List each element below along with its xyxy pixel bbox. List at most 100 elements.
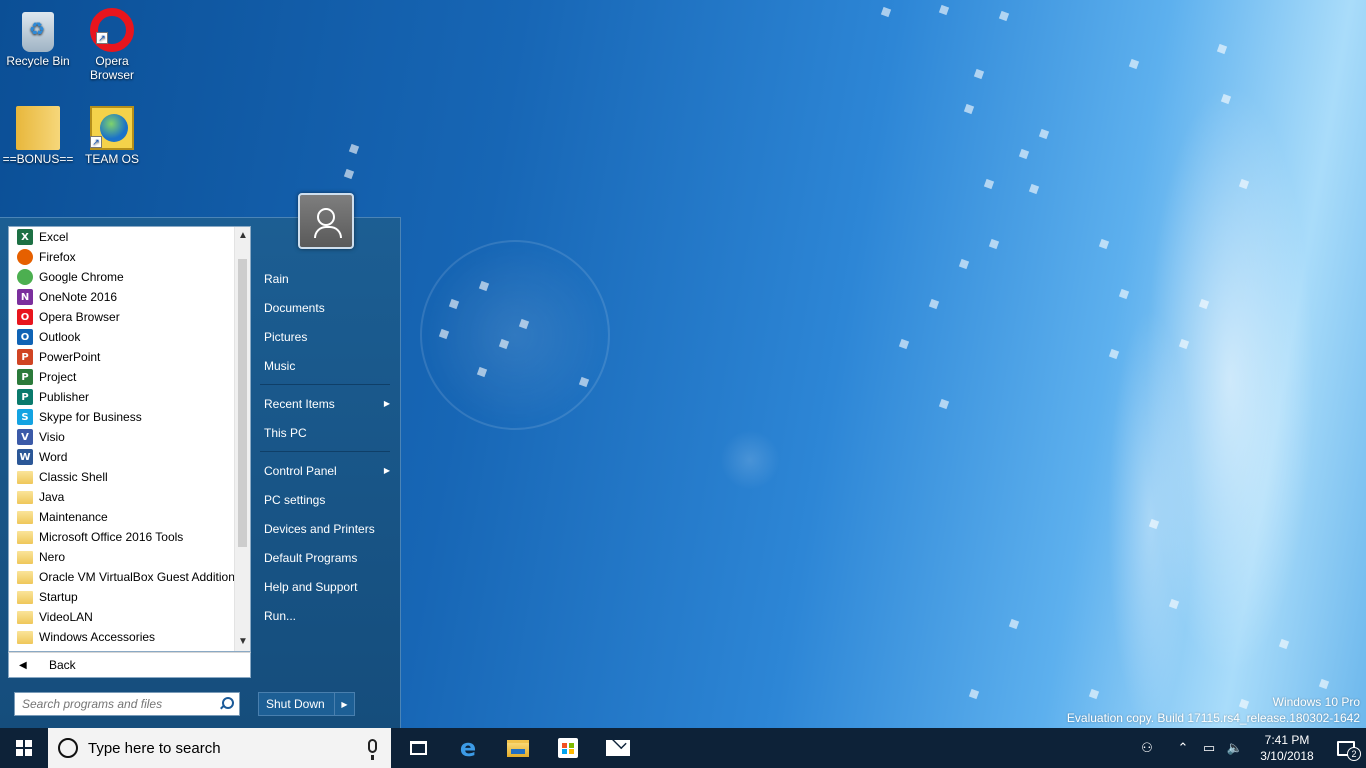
program-icon: P [17, 369, 33, 385]
menu-item-this-pc[interactable]: This PC [256, 418, 394, 447]
program-list-item[interactable]: O Opera Browser [9, 307, 235, 327]
folder-icon [17, 510, 33, 524]
microphone-icon[interactable] [368, 739, 377, 760]
shortcut-arrow-icon [96, 32, 108, 44]
menu-item-run[interactable]: Run... [256, 601, 394, 630]
program-icon: O [17, 329, 33, 345]
wallpaper-particle [1148, 518, 1160, 530]
program-list-item[interactable]: N OneNote 2016 [9, 287, 235, 307]
program-list-item[interactable]: P PowerPoint [9, 347, 235, 367]
start-button[interactable] [0, 728, 48, 768]
menu-item-default-programs[interactable]: Default Programs [256, 543, 394, 572]
scroll-thumb[interactable] [238, 259, 247, 547]
program-label: Classic Shell [39, 470, 108, 484]
back-button[interactable]: ◀ Back [8, 652, 251, 678]
clock-date: 3/10/2018 [1260, 749, 1314, 763]
wallpaper-particle [998, 10, 1010, 22]
taskbar-search-placeholder: Type here to search [88, 739, 221, 757]
shutdown-button[interactable]: Shut Down [259, 693, 334, 715]
start-menu: X Excel Firefox Google Chrome N OneNote 2016 O… [0, 217, 401, 728]
program-list-item[interactable]: S Skype for Business [9, 407, 235, 427]
submenu-arrow-icon: ▶ [383, 466, 390, 475]
program-list-item[interactable]: Google Chrome [9, 267, 235, 287]
program-folder-item[interactable]: Startup [9, 587, 235, 607]
program-icon: O [17, 309, 33, 325]
taskbar-app-mail[interactable] [593, 728, 643, 768]
menu-item-help-support[interactable]: Help and Support [256, 572, 394, 601]
program-folder-item[interactable]: Windows Accessories [9, 627, 235, 647]
program-folder-item[interactable]: Java [9, 487, 235, 507]
scroll-down-arrow-icon[interactable]: ▼ [235, 633, 251, 651]
desktop-icon-recycle-bin[interactable]: Recycle Bin [0, 8, 76, 68]
program-list-item[interactable]: P Project [9, 367, 235, 387]
clock-time: 7:41 PM [1264, 733, 1310, 747]
program-list-item[interactable]: X Excel [9, 227, 235, 247]
desktop-icon-opera[interactable]: Opera Browser [74, 8, 150, 82]
mail-icon [606, 740, 630, 756]
menu-item-pictures[interactable]: Pictures [256, 322, 394, 351]
program-list-item[interactable]: W Word [9, 447, 235, 467]
menu-item-label: This PC [264, 425, 307, 440]
wallpaper-particle [1168, 598, 1180, 610]
taskbar-clock[interactable]: 7:41 PM 3/10/2018 [1248, 732, 1326, 764]
taskbar-search-box[interactable]: Type here to search [48, 728, 391, 768]
system-tray: ⚇ ⌃ ▭ 🔈 7:41 PM 3/10/2018 2 [1134, 728, 1366, 768]
shortcut-arrow-icon [90, 136, 102, 148]
menu-item-control-panel[interactable]: Control Panel ▶ [256, 456, 394, 485]
action-center-button[interactable]: 2 [1326, 728, 1366, 768]
search-icon[interactable] [218, 696, 234, 712]
program-folder-item[interactable]: Microsoft Office 2016 Tools [9, 527, 235, 547]
program-folder-item[interactable]: Oracle VM VirtualBox Guest Additions [9, 567, 235, 587]
start-search-input[interactable] [22, 697, 218, 711]
menu-item-devices-printers[interactable]: Devices and Printers [256, 514, 394, 543]
file-explorer-icon [507, 739, 529, 757]
desktop-icon-team-os[interactable]: TEAM OS [74, 106, 150, 166]
program-folder-item[interactable]: VideoLAN [9, 607, 235, 627]
notification-count-badge: 2 [1347, 747, 1361, 761]
program-icon: N [17, 289, 33, 305]
program-icon: X [17, 229, 33, 245]
show-hidden-icons-chevron-icon[interactable]: ⌃ [1170, 728, 1196, 768]
shutdown-options-arrow-icon[interactable]: ▶ [334, 693, 354, 715]
program-folder-item[interactable]: Classic Shell [9, 467, 235, 487]
program-list-item[interactable]: Firefox [9, 247, 235, 267]
user-avatar[interactable] [298, 193, 354, 249]
menu-item-rain[interactable]: Rain [256, 264, 394, 293]
start-menu-right-column: Rain Documents Pictures Music Recent Ite… [256, 264, 394, 630]
task-view-button[interactable] [393, 728, 443, 768]
menu-item-recent-items[interactable]: Recent Items ▶ [256, 389, 394, 418]
desktop-icon-label: Opera Browser [89, 54, 134, 82]
folder-icon [17, 490, 33, 504]
people-icon[interactable]: ⚇ [1134, 728, 1160, 768]
menu-item-pc-settings[interactable]: PC settings [256, 485, 394, 514]
watermark-build: Evaluation copy. Build 17115.rs4_release… [1066, 711, 1360, 725]
network-icon[interactable]: ▭ [1196, 728, 1222, 768]
program-label: Microsoft Office 2016 Tools [39, 530, 184, 544]
wallpaper-particle [938, 4, 950, 16]
program-label: PowerPoint [39, 350, 101, 364]
program-list-scrollbar[interactable]: ▲ ▼ [234, 227, 250, 651]
volume-icon[interactable]: 🔈 [1222, 728, 1248, 768]
program-list-item[interactable]: P Publisher [9, 387, 235, 407]
program-folder-item[interactable]: Maintenance [9, 507, 235, 527]
scroll-up-arrow-icon[interactable]: ▲ [235, 227, 251, 245]
taskbar-app-file-explorer[interactable] [493, 728, 543, 768]
desktop-icon-label: TEAM OS [84, 152, 139, 166]
taskbar-app-edge[interactable]: e [443, 728, 493, 768]
program-list-item[interactable]: V Visio [9, 427, 235, 447]
program-list-item[interactable]: O Outlook [9, 327, 235, 347]
program-label: Publisher [39, 390, 90, 404]
store-icon [558, 738, 578, 758]
wallpaper-particle [973, 68, 985, 80]
taskbar-app-store[interactable] [543, 728, 593, 768]
wallpaper-particle [1198, 298, 1210, 310]
program-icon: P [17, 389, 33, 405]
desktop-icon-bonus-folder[interactable]: ==BONUS== [0, 106, 76, 166]
program-folder-item[interactable]: Nero [9, 547, 235, 567]
wallpaper-particle [988, 238, 1000, 250]
program-label: VideoLAN [39, 610, 93, 624]
start-search-box[interactable] [14, 692, 240, 716]
folder-icon [16, 106, 60, 150]
menu-item-music[interactable]: Music [256, 351, 394, 380]
menu-item-documents[interactable]: Documents [256, 293, 394, 322]
